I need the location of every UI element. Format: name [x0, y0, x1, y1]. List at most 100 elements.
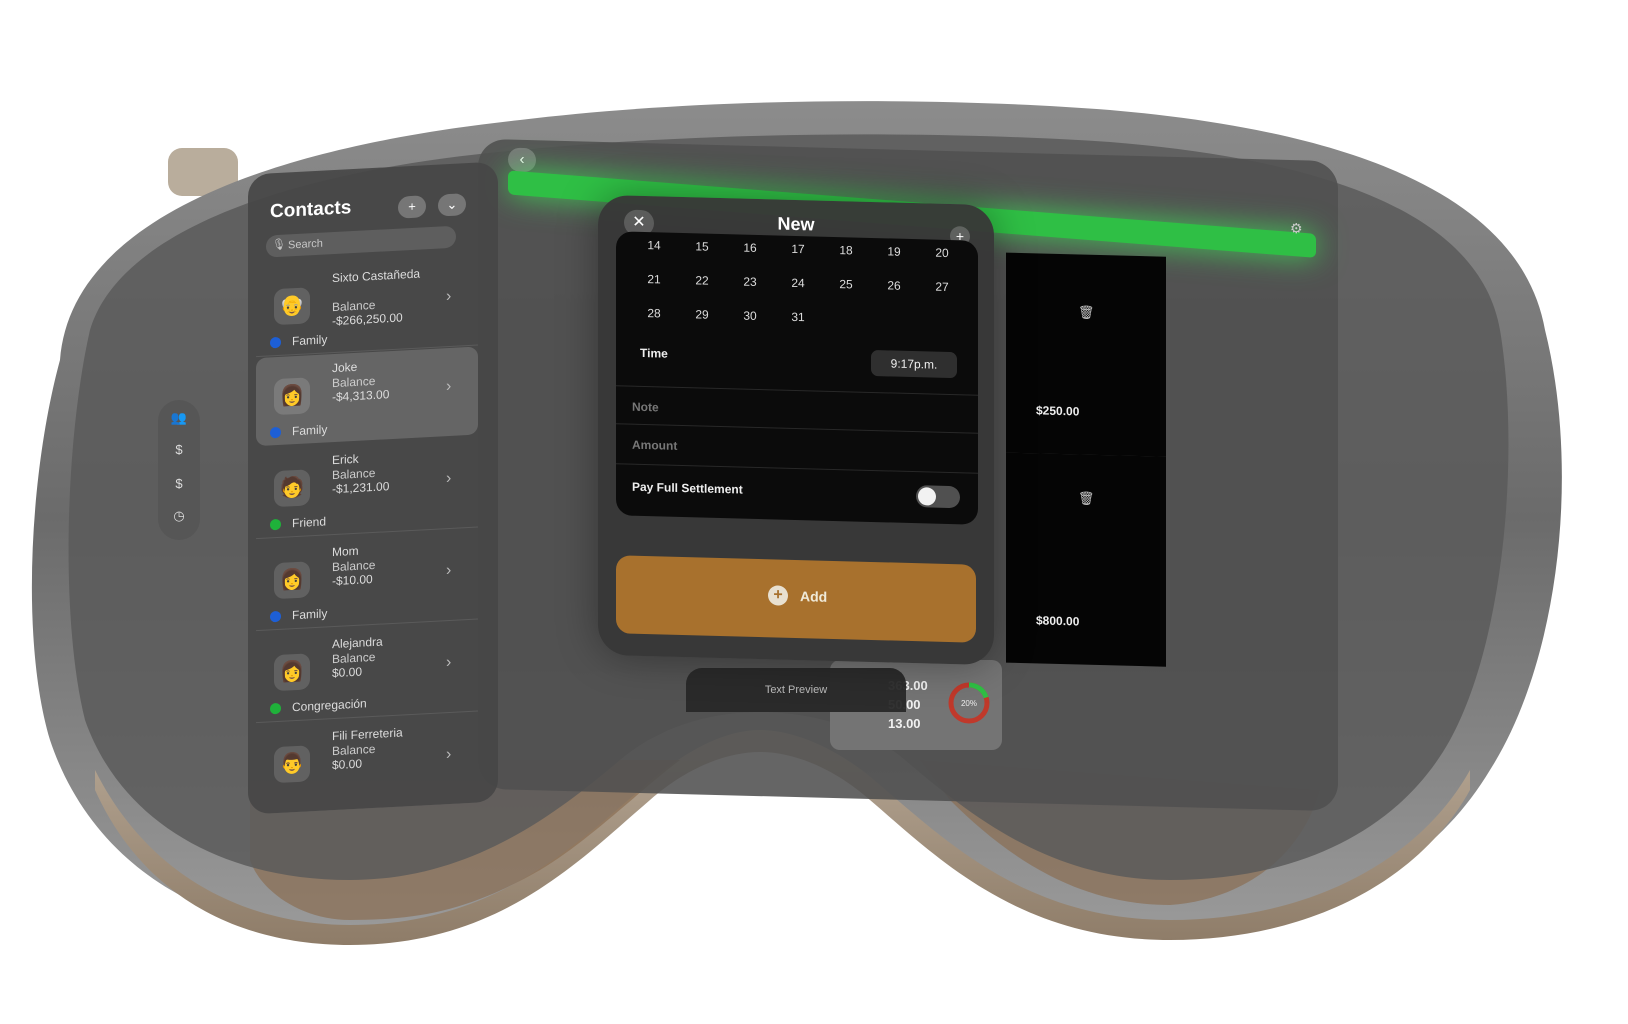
- contact-balance: $0.00: [332, 756, 363, 773]
- text-preview-bar[interactable]: Text Preview: [686, 668, 906, 712]
- tag-dot: [270, 336, 281, 349]
- summary-line: 13.00: [888, 716, 921, 731]
- calendar-day[interactable]: 29: [680, 307, 724, 322]
- avatar: 👩: [274, 653, 310, 692]
- tab-bar: 👥 $ $ ◷: [158, 400, 200, 540]
- balance-label: Balance: [332, 741, 376, 759]
- calendar-day[interactable]: 18: [824, 243, 868, 258]
- add-button-label: Add: [800, 588, 828, 605]
- calendar-day[interactable]: 26: [872, 278, 916, 293]
- contact-balance: -$266,250.00: [332, 310, 403, 329]
- contact-balance: -$1,231.00: [332, 479, 390, 497]
- divider: [616, 385, 978, 396]
- balance-label: Balance: [332, 649, 376, 667]
- chevron-left-icon: ‹: [519, 150, 525, 168]
- calendar-day[interactable]: 27: [920, 279, 964, 294]
- divider: [616, 423, 978, 434]
- date-time-card: 14 15 16 17 18 19 20 21 22 23 24 25 26 27 28 29 30 31 Tim…: [616, 231, 978, 525]
- contact-row[interactable]: 👩 Joke Balance -$4,313.00 › Family: [256, 346, 478, 447]
- calendar-day[interactable]: 20: [920, 245, 964, 260]
- dollar-icon[interactable]: $: [158, 442, 200, 457]
- add-contact-button[interactable]: +: [398, 195, 426, 219]
- contact-row[interactable]: 🧑 Erick Balance -$1,231.00 › Friend: [256, 438, 478, 540]
- calendar-day[interactable]: 30: [728, 308, 772, 323]
- receipt-card[interactable]: 🗑 $250.00: [1006, 252, 1166, 457]
- avatar: 🧑: [274, 469, 310, 508]
- calendar-day[interactable]: 19: [872, 244, 916, 259]
- calendar-day[interactable]: 14: [632, 238, 676, 253]
- tag-dot: [270, 702, 281, 715]
- avatar: 👩: [274, 561, 310, 600]
- pay-full-label: Pay Full Settlement: [632, 479, 743, 497]
- contact-tag: Friend: [292, 514, 327, 531]
- tag-dot: [270, 518, 281, 531]
- chevron-right-icon: ›: [446, 745, 452, 764]
- contact-name: Alejandra: [332, 634, 383, 652]
- contact-tag: Family: [292, 422, 328, 439]
- chevron-right-icon: ›: [446, 287, 452, 306]
- divider: [616, 463, 978, 474]
- receipt-amount: $250.00: [1036, 403, 1080, 419]
- contacts-title: Contacts: [270, 197, 352, 223]
- note-input[interactable]: Note: [632, 400, 659, 415]
- calendar-day[interactable]: 25: [824, 277, 868, 292]
- contact-balance: -$4,313.00: [332, 387, 390, 405]
- contact-tag: Family: [292, 606, 328, 623]
- add-button[interactable]: + Add: [616, 555, 976, 643]
- contact-row[interactable]: 👩 Mom Balance -$10.00 › Family: [256, 530, 478, 632]
- calendar-day[interactable]: 24: [776, 275, 820, 290]
- calendar-day[interactable]: 17: [776, 241, 820, 256]
- time-label: Time: [640, 345, 668, 361]
- plus-icon: +: [408, 198, 416, 215]
- contact-name: Joke: [332, 359, 358, 376]
- calendar-day[interactable]: 15: [680, 239, 724, 254]
- calendar-day[interactable]: 28: [632, 306, 676, 321]
- text-preview-label: Text Preview: [764, 684, 828, 696]
- contact-name: Sixto Castañeda: [332, 266, 421, 286]
- trash-icon[interactable]: 🗑: [1078, 490, 1095, 506]
- new-transaction-sheet: ✕ New + 14 15 16 17 18 19 20 21 22 23 24 25 26 27 28 29…: [598, 194, 994, 666]
- contact-row[interactable]: 👨 Fili Ferreteria Balance $0.00 ›: [256, 714, 478, 815]
- plus-circle-icon: +: [768, 585, 788, 606]
- avatar: 👩: [274, 377, 310, 416]
- gear-icon[interactable]: ⚙: [1290, 220, 1303, 237]
- chevron-right-icon: ›: [446, 561, 452, 580]
- contact-tag: Family: [292, 332, 328, 349]
- back-button[interactable]: ‹: [508, 147, 536, 173]
- amount-input[interactable]: Amount: [632, 438, 677, 453]
- dollar-icon[interactable]: $: [158, 476, 200, 491]
- contact-name: Fili Ferreteria: [332, 725, 403, 744]
- contacts-panel: Contacts + ⌄ 🎙 Search 👴 Sixto Castañeda …: [248, 161, 498, 815]
- trash-icon[interactable]: 🗑: [1078, 304, 1095, 320]
- calendar-day[interactable]: 23: [728, 274, 772, 289]
- chevron-right-icon: ›: [446, 653, 452, 672]
- avatar: 👴: [274, 287, 310, 326]
- filter-button[interactable]: ⌄: [438, 193, 466, 217]
- search-input[interactable]: Search: [266, 225, 456, 258]
- avatar: 👨: [274, 745, 310, 784]
- calendar-day[interactable]: 22: [680, 273, 724, 288]
- calendar-day[interactable]: 31: [776, 309, 820, 324]
- receipt-card[interactable]: 🗑 $800.00: [1006, 452, 1166, 667]
- toggle-knob: [918, 487, 936, 506]
- contact-row[interactable]: 👩 Alejandra Balance $0.00 › Congregación: [256, 622, 478, 724]
- contact-tag: Congregación: [292, 696, 367, 715]
- people-icon[interactable]: 👥: [158, 410, 200, 426]
- clock-icon[interactable]: ◷: [158, 508, 200, 524]
- calendar-day[interactable]: 21: [632, 272, 676, 287]
- progress-donut: 20%: [948, 682, 990, 724]
- tag-dot: [270, 610, 281, 623]
- time-picker[interactable]: 9:17p.m.: [871, 349, 957, 379]
- pay-full-toggle[interactable]: [916, 485, 960, 509]
- contact-balance: $0.00: [332, 664, 363, 681]
- chevron-right-icon: ›: [446, 469, 452, 488]
- calendar-day[interactable]: 16: [728, 240, 772, 255]
- tag-dot: [270, 426, 281, 439]
- receipt-amount: $800.00: [1036, 613, 1080, 629]
- contact-name: Mom: [332, 543, 359, 560]
- calendar-grid: 14 15 16 17 18 19 20 21 22 23 24 25 26 27 28 29 30 31: [632, 238, 972, 347]
- contact-row[interactable]: 👴 Sixto Castañeda Balance -$266,250.00 ›…: [256, 256, 478, 358]
- donut-label: 20%: [961, 699, 977, 708]
- chevron-right-icon: ›: [446, 377, 452, 396]
- filter-icon: ⌄: [446, 196, 458, 213]
